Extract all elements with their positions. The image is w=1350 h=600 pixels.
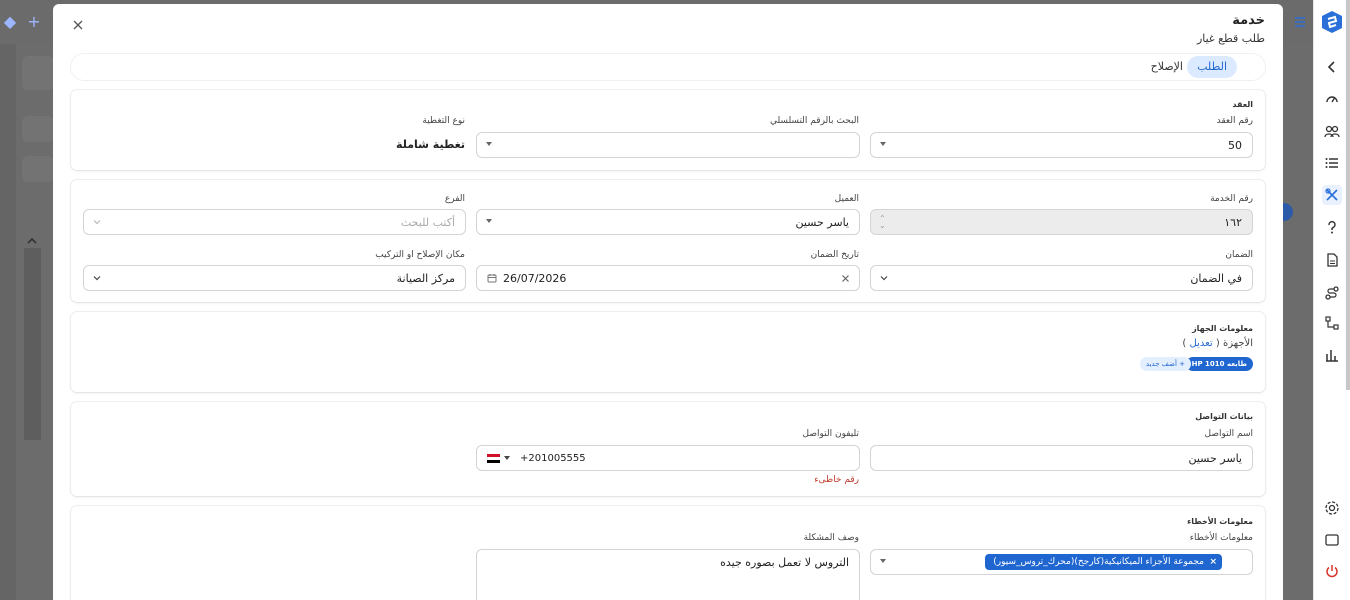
menu-icon[interactable] (1293, 14, 1307, 28)
device-card: معلومات الجهاز الأجهزة ( تعديل ) طابعه H… (71, 312, 1265, 392)
dropdown-arrow-icon (880, 559, 886, 563)
service-card: رقم الخدمة ١٦٢ ⌃ ⌄ العميل ياسر حسين الفرع… (71, 180, 1265, 302)
service-modal: خدمة طلب قطع غيار الطلب الإصلاح العقد رق… (53, 4, 1283, 600)
calendar-icon (487, 274, 497, 283)
contact-phone-label: تليفون التواصل (802, 429, 859, 439)
customer-select[interactable]: ياسر حسين (476, 209, 860, 235)
close-button[interactable] (70, 17, 86, 33)
phone-error-text: رقم خاطىء (814, 475, 859, 485)
branch-select[interactable]: أكتب للبحث (83, 209, 466, 235)
question-icon[interactable] (1322, 217, 1342, 237)
background-strip (0, 44, 16, 600)
warranty-select[interactable]: في الضمان (870, 265, 1253, 291)
service-no-field: ١٦٢ ⌃ ⌄ (870, 209, 1253, 235)
contact-phone-input[interactable]: +201005555 (476, 445, 860, 471)
warranty-date-picker[interactable]: 26/07/2026 (476, 265, 860, 291)
background-chevron-up-icon (26, 232, 38, 244)
close-icon (73, 20, 83, 30)
chevron-down-icon (93, 220, 101, 225)
faults-multiselect[interactable]: × مجموعة الأجزاء الميكانيكية(كارجح)(محرك… (870, 549, 1253, 575)
faults-card: معلومات الأخطاء معلومات الأخطاء × مجموعة… (71, 506, 1265, 600)
power-icon[interactable] (1322, 561, 1342, 581)
contract-no-label: رقم العقد (1216, 116, 1253, 126)
device-section-title: معلومات الجهاز (1192, 324, 1253, 333)
clear-icon[interactable] (841, 274, 850, 283)
dropdown-arrow-icon (880, 142, 886, 146)
modal-title: خدمة (1232, 13, 1265, 28)
branch-placeholder: أكتب للبحث (400, 215, 455, 229)
problem-desc-label: وصف المشكلة (803, 533, 859, 543)
contact-section-title: بيانات التواصل (1195, 412, 1253, 421)
fault-tag: × مجموعة الأجزاء الميكانيكية(كارجح)(محرك… (985, 554, 1222, 570)
background-scrollbar (24, 248, 41, 440)
service-no-value: ١٦٢ (1224, 215, 1242, 229)
stepper-icon: ⌃ ⌄ (879, 214, 886, 230)
country-dropdown-icon[interactable] (504, 456, 510, 460)
dropdown-arrow-icon (486, 219, 492, 223)
contact-name-value: ياسر حسين (1188, 451, 1242, 465)
chevron-left-icon[interactable] (1322, 57, 1342, 77)
tools-icon[interactable] (1322, 185, 1342, 205)
egypt-flag-icon (487, 453, 500, 463)
contact-name-label: اسم التواصل (1204, 429, 1253, 439)
users-icon[interactable] (1322, 121, 1342, 141)
repair-place-select[interactable]: مركز الصيانة (83, 265, 466, 291)
contract-section-title: العقد (1232, 100, 1253, 109)
problem-desc-textarea[interactable]: التروس لا تعمل بصوره جيده (476, 549, 860, 600)
repair-place-label: مكان الإصلاح او التركيب (375, 250, 465, 260)
device-chip[interactable]: طابعه HP 1010 (1185, 357, 1253, 371)
warranty-date-label: تاريخ الضمان (810, 250, 859, 260)
chevron-down-icon (93, 276, 101, 281)
background-box (22, 116, 54, 142)
contact-name-input[interactable]: ياسر حسين (870, 445, 1253, 471)
background-box (22, 56, 54, 90)
chevron-down-icon (880, 276, 888, 281)
contract-no-select[interactable]: 50 (870, 132, 1253, 158)
app-logo-icon[interactable] (1320, 10, 1344, 34)
serial-search-label: البحث بالرقم التسلسلي (769, 116, 859, 126)
faults-label: معلومات الأخطاء (1189, 533, 1253, 543)
dropdown-arrow-icon (486, 142, 492, 146)
dashboard-icon[interactable] (1322, 89, 1342, 109)
bar-chart-icon[interactable] (1322, 345, 1342, 365)
contact-phone-value: +201005555 (520, 452, 586, 464)
right-sidebar (1313, 0, 1350, 600)
customer-value: ياسر حسين (795, 215, 849, 229)
list-icon[interactable] (1322, 153, 1342, 173)
hierarchy-icon[interactable] (1322, 313, 1342, 333)
warranty-value: في الضمان (1190, 271, 1242, 285)
tab-request[interactable]: الطلب (1187, 56, 1237, 78)
branch-label: الفرع (444, 194, 465, 204)
devices-label: الأجهزة ( تعديل ) (1182, 338, 1253, 349)
coverage-value: تغطية شاملة (396, 138, 465, 151)
remove-tag-icon[interactable]: × (1209, 554, 1217, 570)
serial-search-select[interactable] (476, 132, 860, 158)
background-right-area (1283, 44, 1313, 600)
add-device-chip[interactable]: + أضف جديد (1139, 357, 1191, 371)
route-icon[interactable] (1322, 283, 1342, 303)
tab-bar: الطلب الإصلاح (71, 54, 1265, 80)
edit-devices-link[interactable]: تعديل (1189, 338, 1212, 349)
coverage-label: نوع التغطية (422, 116, 465, 126)
contact-card: بيانات التواصل اسم التواصل ياسر حسين تلي… (71, 402, 1265, 496)
document-icon[interactable] (1322, 250, 1342, 270)
contract-no-value: 50 (1228, 138, 1242, 152)
customer-label: العميل (834, 194, 859, 204)
warranty-date-value: 26/07/2026 (503, 271, 567, 285)
sidebar-scrollbar[interactable] (1346, 0, 1350, 390)
window-icon[interactable] (1322, 530, 1342, 550)
modal-subtitle: طلب قطع غيار (1196, 32, 1265, 45)
tab-repair[interactable]: الإصلاح (1141, 56, 1193, 78)
service-no-label: رقم الخدمة (1210, 194, 1253, 204)
background-logo-icon: ◆ (3, 12, 17, 31)
faults-section-title: معلومات الأخطاء (1187, 517, 1253, 526)
background-box (22, 156, 54, 182)
contract-card: العقد رقم العقد 50 البحث بالرقم التسلسلي… (71, 90, 1265, 170)
background-add-icon: + (27, 12, 41, 31)
settings-icon[interactable] (1322, 498, 1342, 518)
warranty-label: الضمان (1225, 250, 1253, 260)
repair-place-value: مركز الصيانة (396, 271, 455, 285)
